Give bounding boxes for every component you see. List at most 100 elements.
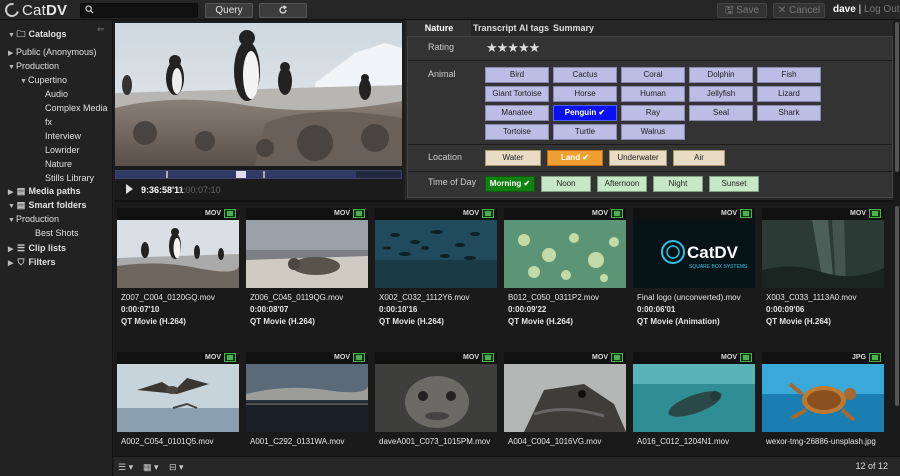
clip-card[interactable]: MOV X002_C032_1112Y6.mov 0:00:10'16 QT Movi…	[375, 202, 497, 332]
tag-option[interactable]: Afternoon	[597, 176, 647, 192]
sidebar-item[interactable]: ▼Production	[8, 213, 59, 226]
timeline-scrubber[interactable]	[115, 170, 402, 179]
tag-option[interactable]: Giant Tortoise	[485, 86, 549, 102]
video-frame[interactable]	[115, 23, 402, 166]
sidebar-item[interactable]: ▼Production	[8, 60, 59, 73]
expand-toggle-icon[interactable]: ▶	[8, 186, 16, 199]
tab-nature-logging[interactable]: Nature Logging	[407, 20, 471, 49]
marker-out[interactable]	[263, 171, 265, 178]
sidebar-item[interactable]: Nature	[45, 158, 72, 171]
clip-thumbnail[interactable]	[375, 364, 497, 432]
tag-option[interactable]: Fish	[757, 67, 821, 83]
collapse-sidebar-icon[interactable]: ⇐	[97, 24, 105, 35]
tag-option[interactable]: Sunset	[709, 176, 759, 192]
tag-option[interactable]: Air	[673, 150, 725, 166]
tag-option[interactable]: Water	[485, 150, 541, 166]
tag-option[interactable]: Underwater	[609, 150, 667, 166]
sidebar-item[interactable]: Lowrider	[45, 144, 80, 157]
sidebar-item[interactable]: ▼ 🗀 Catalogs	[8, 28, 67, 41]
clip-card[interactable]: MOV A016_C012_1204N1.mov	[633, 346, 755, 456]
clip-thumbnail[interactable]	[504, 220, 626, 288]
tag-option[interactable]: Turtle	[553, 124, 617, 140]
list-view-icon[interactable]: ☰ ▾	[118, 462, 133, 473]
clip-thumbnail[interactable]	[246, 364, 368, 432]
clip-card[interactable]: JPG wexor-tmg-26886-unsplash.jpg	[762, 346, 884, 456]
tag-option[interactable]: Lizard	[757, 86, 821, 102]
scrubber-handle[interactable]	[236, 171, 246, 178]
sidebar-item[interactable]: Stills Library	[45, 172, 94, 185]
clip-thumbnail[interactable]	[633, 364, 755, 432]
expand-toggle-icon[interactable]: ▶	[8, 47, 16, 60]
clip-card[interactable]: MOV A002_C054_0101Q5.mov	[117, 346, 239, 456]
grid-scrollbar[interactable]	[894, 200, 900, 456]
clip-thumbnail[interactable]	[762, 220, 884, 288]
clip-card[interactable]: MOV daveA001_C073_1015PM.mov	[375, 346, 497, 456]
clip-card[interactable]: MOV X003_C033_1113A0.mov 0:00:09'06 QT Movi…	[762, 202, 884, 332]
sidebar-item[interactable]: ▶ Public (Anonymous)	[8, 46, 97, 59]
cancel-button[interactable]: ✕ Cancel	[773, 3, 825, 18]
tag-option[interactable]: Manatee	[485, 105, 549, 121]
clip-card[interactable]: MOV A001_C292_0131WA.mov	[246, 346, 368, 456]
tag-option[interactable]: Land ✔	[547, 150, 603, 166]
sidebar-item[interactable]: ▶ ☰ Clip lists	[8, 242, 66, 255]
save-button[interactable]: 🖫 Save	[717, 3, 767, 18]
rating-stars[interactable]: ★★★★★	[486, 40, 540, 56]
play-icon[interactable]	[126, 184, 133, 194]
clip-thumbnail[interactable]	[117, 220, 239, 288]
clip-card[interactable]: MOV B012_C050_0311P2.mov 0:00:09'22 QT Movi…	[504, 202, 626, 332]
search-input[interactable]	[97, 4, 197, 17]
sidebar-item[interactable]: ▶ ⛉ Filters	[8, 256, 56, 269]
clip-thumbnail[interactable]	[504, 364, 626, 432]
sidebar-item[interactable]: Best Shots	[35, 227, 79, 240]
scrollbar-thumb[interactable]	[895, 22, 899, 172]
refresh-button[interactable]	[259, 3, 307, 18]
sidebar-item[interactable]: ▼Cupertino	[20, 74, 67, 87]
tag-option[interactable]: Morning ✔	[485, 176, 535, 192]
sidebar-item[interactable]: Complex Media	[45, 102, 108, 115]
tab-ai-tags[interactable]: AI tags	[517, 20, 551, 36]
clip-card[interactable]: MOV A004_C004_1016VG.mov	[504, 346, 626, 456]
tag-option[interactable]: Night	[653, 176, 703, 192]
tag-option[interactable]: Seal	[689, 105, 753, 121]
tag-option[interactable]: Bird	[485, 67, 549, 83]
clip-thumbnail[interactable]	[117, 364, 239, 432]
tag-option[interactable]: Dolphin	[689, 67, 753, 83]
expand-toggle-icon[interactable]: ▼	[8, 200, 16, 213]
clip-card[interactable]: MOV Z006_C045_0119QG.mov 0:00:08'07 QT Movi…	[246, 202, 368, 332]
tag-option[interactable]: Penguin ✔	[553, 105, 617, 121]
query-button[interactable]: Query	[205, 3, 253, 18]
tag-option[interactable]: Tortoise	[485, 124, 549, 140]
clip-thumbnail[interactable]	[246, 220, 368, 288]
tab-summary[interactable]: Summary	[553, 20, 594, 36]
clip-thumbnail[interactable]	[375, 220, 497, 288]
tag-option[interactable]: Jellyfish	[689, 86, 753, 102]
tag-option[interactable]: Ray	[621, 105, 685, 121]
expand-toggle-icon[interactable]: ▼	[8, 61, 16, 74]
tag-option[interactable]: Horse	[553, 86, 617, 102]
expand-toggle-icon[interactable]: ▶	[8, 243, 16, 256]
expand-toggle-icon[interactable]: ▼	[20, 75, 28, 88]
tag-option[interactable]: Noon	[541, 176, 591, 192]
sidebar-item[interactable]: Interview	[45, 130, 81, 143]
scrollbar-thumb[interactable]	[895, 206, 899, 406]
sidebar-item[interactable]: Audio	[45, 88, 68, 101]
tag-option[interactable]: Walrus	[621, 124, 685, 140]
logout-link[interactable]: Log Out	[864, 4, 900, 15]
expand-toggle-icon[interactable]: ▶	[8, 257, 16, 270]
grid-view-icon[interactable]: ▦ ▾	[143, 462, 159, 473]
tag-option[interactable]: Shark	[757, 105, 821, 121]
clip-card[interactable]: MOV CatDV SQUARE BOX SYSTEMS Final logo (un…	[633, 202, 755, 332]
tag-option[interactable]: Human	[621, 86, 685, 102]
tag-option[interactable]: Cactus	[553, 67, 617, 83]
tag-option[interactable]: Coral	[621, 67, 685, 83]
tab-transcript[interactable]: Transcript	[473, 20, 517, 36]
sidebar-item[interactable]: ▶ ▤ Media paths	[8, 185, 81, 198]
sidebar-item[interactable]: ▼ ▤ Smart folders	[8, 199, 87, 212]
clip-thumbnail[interactable]	[762, 364, 884, 432]
marker-in[interactable]	[166, 171, 168, 178]
expand-toggle-icon[interactable]: ▼	[8, 29, 16, 42]
details-scrollbar[interactable]	[894, 20, 900, 200]
clip-card[interactable]: MOV Z007_C004_0120GQ.mov 0:00:07'10 QT Movi…	[117, 202, 239, 332]
filmstrip-view-icon[interactable]: ⊟ ▾	[169, 462, 184, 473]
expand-toggle-icon[interactable]: ▼	[8, 214, 16, 227]
